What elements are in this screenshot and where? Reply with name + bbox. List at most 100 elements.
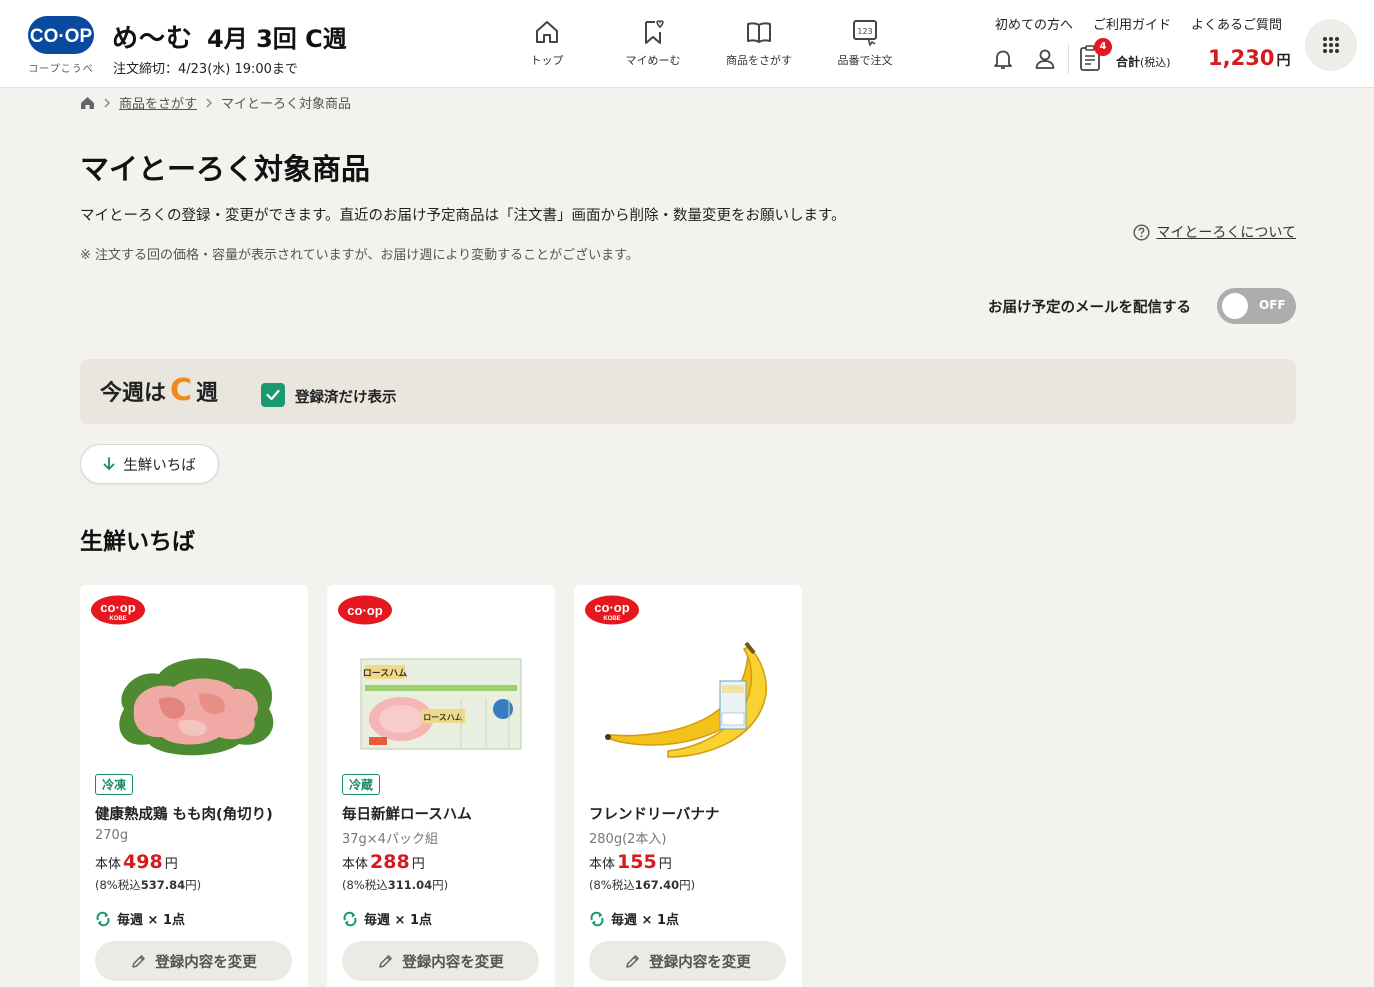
tax-suffix: 円) [432, 878, 449, 892]
product-tax-price: (8%税込167.40円) [589, 877, 695, 893]
nav-my-meemu[interactable]: マイめーむ [600, 18, 706, 68]
nav-top-label: トップ [530, 54, 564, 67]
tax-suffix: 円) [185, 878, 202, 892]
order-sheet-button[interactable]: 4 [1078, 38, 1112, 74]
price-yen: 円 [658, 857, 672, 872]
total-label: 合計(税込) [1116, 53, 1171, 70]
nav-number-order-label: 品番で注文 [837, 54, 893, 67]
edit-registration-button[interactable]: 登録内容を変更 [589, 941, 786, 981]
mail-notify-toggle[interactable]: OFF [1217, 288, 1296, 324]
book-icon [747, 22, 771, 43]
chicken-thigh-image [119, 658, 274, 756]
pencil-icon [379, 954, 393, 968]
link-user-guide[interactable]: ご利用ガイド [1093, 14, 1171, 33]
link-first-time[interactable]: 初めての方へ [995, 14, 1073, 33]
about-link-label: マイとーろくについて [1156, 225, 1296, 241]
price-value: 155 [617, 851, 657, 873]
registration-frequency: 毎週 × 1点 [589, 909, 679, 928]
frequency-text: 毎週 × 1点 [117, 913, 185, 928]
page-title: マイとーろく対象商品 [80, 152, 371, 186]
product-price: 本体 155 円 [589, 851, 672, 873]
tax-price-value: 537.84 [140, 878, 186, 892]
breadcrumb-current: マイとーろく対象商品 [221, 97, 352, 112]
chevron-right-icon [206, 98, 213, 107]
product-name[interactable]: 健康熟成鶏 もも肉(角切り) [95, 803, 273, 824]
product-price: 本体 288 円 [342, 851, 425, 873]
app-name: め〜む [112, 24, 194, 54]
notification-button[interactable] [988, 44, 1018, 74]
frequency-text: 毎週 × 1点 [611, 913, 679, 928]
coop-logo[interactable]: CO·OP コープこうべ [28, 16, 94, 75]
menu-button[interactable] [1305, 19, 1357, 71]
page-description: マイとーろくの登録・変更ができます。直近のお届け予定商品は「注文書」画面から削除… [80, 208, 846, 224]
svg-text:co·op: co·op [594, 600, 629, 615]
edit-registration-button[interactable]: 登録内容を変更 [95, 941, 292, 981]
nav-number-order[interactable]: 123 品番で注文 [812, 18, 918, 68]
week-title: 4月 3回 C週 [207, 25, 347, 53]
total-label-text: 合計 [1116, 55, 1141, 69]
breadcrumb-search-link[interactable]: 商品をさがす [119, 93, 197, 112]
account-button[interactable] [1030, 44, 1060, 74]
home-icon [536, 21, 558, 43]
edit-button-label: 登録内容を変更 [649, 954, 751, 971]
product-capacity: 280g(2本入) [589, 832, 667, 847]
tax-price-value: 167.40 [634, 878, 680, 892]
product-name[interactable]: 毎日新鮮ロースハム [342, 803, 472, 824]
site-header: CO·OP コープこうべ め〜む 4月 3回 C週 注文締切：4/23(水) 19… [0, 0, 1374, 88]
bell-icon [994, 50, 1012, 69]
product-price: 本体 498 円 [95, 851, 178, 873]
tax-text: (8%税込 [589, 878, 635, 892]
nav-search-products[interactable]: 商品をさがす [706, 18, 812, 68]
number-order-icon: 123 [853, 20, 877, 46]
product-capacity: 37g×4パック組 [342, 832, 438, 847]
toggle-knob [1222, 293, 1248, 319]
week-letter: C [170, 373, 193, 408]
category-jump-chip[interactable]: 生鮮いちば [80, 444, 219, 484]
product-name[interactable]: フレンドリーバナナ [589, 803, 719, 824]
coop-kobe-logo: co·opKOBE [91, 595, 145, 625]
banana-image [605, 641, 767, 758]
roast-ham-image: ロースハム ロースハム [360, 658, 522, 750]
order-week-title: め〜む 4月 3回 C週 [112, 18, 347, 55]
bookmark-heart-icon [645, 20, 664, 44]
grid-menu-icon [1323, 37, 1339, 53]
coop-logo: co·op [338, 595, 392, 625]
tax-text: (8%税込 [95, 878, 141, 892]
repeat-icon [96, 911, 110, 926]
repeat-icon [343, 911, 357, 926]
toggle-state: OFF [1259, 298, 1286, 312]
week-filter-bar: 今週は C 週 登録済だけ表示 [80, 359, 1296, 424]
registered-only-checkbox[interactable] [261, 383, 285, 407]
product-tax-price: (8%税込537.84円) [95, 877, 201, 893]
product-capacity: 270g [95, 828, 129, 843]
week-prefix: 今週は [100, 381, 167, 406]
frequency-text: 毎週 × 1点 [364, 913, 432, 928]
storage-tag: 冷凍 [95, 774, 134, 795]
registered-only-label[interactable]: 登録済だけ表示 [295, 386, 397, 407]
home-icon[interactable] [80, 96, 95, 110]
logo-subtitle: コープこうべ [28, 64, 94, 75]
pencil-icon [132, 954, 146, 968]
price-label: 本体 [95, 857, 122, 872]
coop-kobe-logo: co·opKOBE [585, 595, 639, 625]
tax-suffix: 円) [679, 878, 696, 892]
link-faq[interactable]: よくあるご質問 [1191, 14, 1282, 33]
price-value: 288 [370, 851, 410, 873]
product-tax-price: (8%税込311.04円) [342, 877, 448, 893]
svg-text:KOBE: KOBE [109, 616, 126, 622]
page-note: ※ 注文する回の価格・容量が表示されていますが、お届け週により変動することがござ… [80, 248, 639, 263]
svg-text:co·op: co·op [100, 600, 135, 615]
edit-registration-button[interactable]: 登録内容を変更 [342, 941, 539, 981]
registration-frequency: 毎週 × 1点 [95, 909, 185, 928]
svg-text:ロースハム: ロースハム [363, 668, 408, 679]
about-my-touroku-link[interactable]: マイとーろくについて [1133, 222, 1296, 242]
pencil-icon [626, 954, 640, 968]
header-links: 初めての方へ ご利用ガイド よくあるご質問 [995, 14, 1282, 33]
order-deadline: 注文締切：4/23(水) 19:00まで [113, 62, 298, 77]
price-label: 本体 [342, 857, 369, 872]
total-amount-value: 1,230 [1208, 46, 1275, 70]
product-card: co·op KOBE 冷凍 健康熟成鶏 もも肉(角切り) 270g 本体 498 円 … [80, 585, 308, 987]
total-amount: 1,230 円 [1208, 46, 1290, 70]
nav-top[interactable]: トップ [494, 18, 600, 68]
check-icon [266, 389, 280, 401]
